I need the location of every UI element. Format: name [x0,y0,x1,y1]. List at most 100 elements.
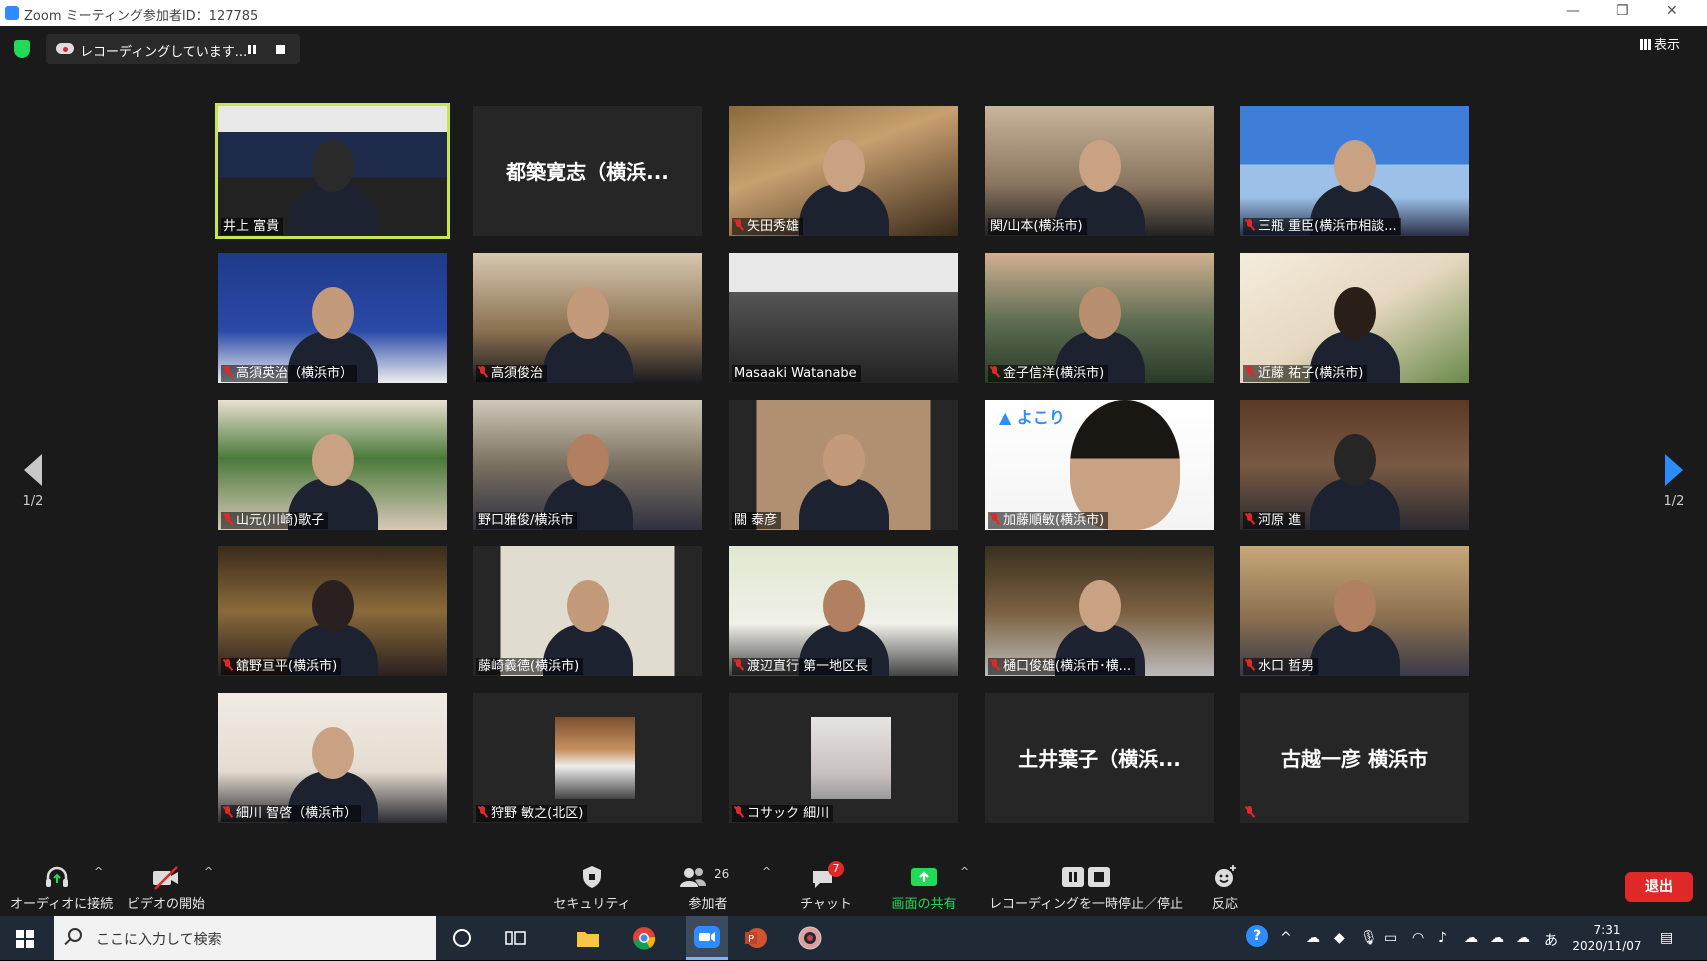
participant-tile[interactable]: 關 泰彦 [729,400,958,530]
volume-icon[interactable]: ♪ [1438,930,1447,946]
minimize-button[interactable]: — [1566,3,1580,19]
participants-options-caret-icon[interactable]: ^ [762,865,771,878]
participant-name: 近藤 祐子(横浜市) [1258,366,1364,381]
cloud-backup-icon[interactable]: ☁ [1516,930,1530,946]
participant-tile[interactable]: 藤崎義德(横浜市) [473,546,702,676]
participant-tile[interactable]: 野口雅俊/横浜市 [473,400,702,530]
windows-start-icon[interactable] [16,930,34,948]
participant-name-label: 山元(川崎)歌子 [221,512,329,529]
file-explorer-icon[interactable] [574,924,602,952]
pause-stop-icon [1060,863,1112,891]
person-silhouette [1310,580,1400,676]
help-icon[interactable]: ? [1246,925,1268,947]
cortana-icon[interactable] [450,924,478,952]
participant-tile[interactable]: 矢田秀雄 [729,106,958,236]
security-button[interactable]: セキュリティ [552,863,632,912]
participant-name-label: 水口 哲男 [1243,658,1319,675]
participant-tile[interactable]: 都築寛志（横浜... [473,106,702,236]
onedrive-icon[interactable]: ☁ [1306,930,1320,946]
wifi-icon[interactable]: ◠ [1412,930,1424,946]
participant-name: 山元(川崎)歌子 [236,513,325,528]
microphone-icon[interactable]: 🎙 [1360,930,1378,946]
participant-tile[interactable]: 高須俊治 [473,253,702,383]
participant-tile[interactable]: 樋口俊雄(横浜市･横... [985,546,1214,676]
participant-tile[interactable]: 古越一彦 横浜市 [1240,693,1469,823]
close-button[interactable]: ✕ [1666,3,1678,19]
restore-button[interactable]: ❐ [1616,3,1629,19]
participant-tile[interactable]: 三瓶 重臣(横浜市相談... [1240,106,1469,236]
participant-tile[interactable]: Masaaki Watanabe [729,253,958,383]
share-screen-button[interactable]: 画面の共有 [884,863,964,912]
recording-status: レコーディングしています... [80,45,248,60]
dropbox-icon[interactable]: ◆ [1334,930,1345,946]
arrow-right-icon [1665,454,1683,486]
encryption-shield-icon[interactable] [14,40,30,58]
previous-page-button[interactable]: 1/2 [18,454,48,509]
participants-button[interactable]: 26 参加者 [676,863,740,912]
participant-tile[interactable]: 水口 哲男 [1240,546,1469,676]
smiley-icon [1211,863,1239,891]
powerpoint-icon[interactable]: P [742,924,770,952]
participant-name-label: 細川 智啓（横浜市） [221,805,362,822]
show-hidden-icons-caret-icon[interactable]: ^ [1280,930,1292,946]
muted-mic-icon [1245,806,1254,818]
participant-name-label: 舘野亘平(横浜市) [221,658,342,675]
participant-tile[interactable]: 河原 進 [1240,400,1469,530]
view-button[interactable]: 表示 [1640,34,1680,53]
participant-tile[interactable]: 渡辺直行 第一地区長 [729,546,958,676]
notifications-icon[interactable]: ▤ [1660,930,1673,946]
participant-tile[interactable]: 金子信洋(横浜市) [985,253,1214,383]
audio-label: オーディオに接続 [10,897,114,912]
participant-tile[interactable]: 井上 富貴 [215,103,450,239]
participant-tile[interactable]: 舘野亘平(横浜市) [218,546,447,676]
participant-tile[interactable]: ▲ よこり 加藤順敏(横浜市) [985,400,1214,530]
video-off-icon [151,863,181,891]
cloud-sync-icon[interactable]: ☁ [1464,930,1478,946]
battery-icon[interactable]: ▭ [1384,930,1397,946]
reactions-button[interactable]: 反応 [1200,863,1250,912]
participant-tile[interactable]: 細川 智啓（横浜市） [218,693,447,823]
ime-indicator[interactable]: あ [1544,930,1558,950]
participant-tile[interactable]: 高須英治（横浜市） [218,253,447,383]
participant-tile[interactable]: 関/山本(横浜市) [985,106,1214,236]
participant-tile[interactable]: 狩野 敏之(北区) [473,693,702,823]
muted-mic-icon [1245,659,1254,671]
participant-name-label: 金子信洋(横浜市) [988,365,1109,382]
chat-button[interactable]: 7 チャット [800,861,852,912]
reactions-label: 反応 [1211,897,1238,912]
recording-control-button[interactable]: レコーディングを一時停止／停止 [986,863,1186,912]
next-page-button[interactable]: 1/2 [1659,454,1689,509]
person-silhouette [799,434,889,530]
participant-tile[interactable]: 土井葉子（横浜... [985,693,1214,823]
pause-recording-button[interactable] [244,43,260,57]
participant-tile[interactable]: 近藤 祐子(横浜市) [1240,253,1469,383]
participant-display-name: 都築寛志（横浜... [506,160,669,184]
leave-button[interactable]: 退出 [1625,872,1693,902]
zoom-taskbar-icon[interactable] [686,916,728,960]
chrome-icon[interactable] [630,924,658,952]
muted-mic-icon [223,659,232,671]
video-options-caret-icon[interactable]: ^ [204,865,213,878]
audio-options-caret-icon[interactable]: ^ [94,865,103,878]
windows-taskbar: ここに入力して検索 P ? ^ ☁ ◆ 🎙 ▭ ◠ ♪ ☁ ☁ ☁ あ 7:31… [0,916,1707,960]
participant-tile[interactable]: 山元(川崎)歌子 [218,400,447,530]
participant-display-name: 古越一彦 横浜市 [1281,747,1428,771]
start-video-button[interactable]: ビデオの開始 [126,863,206,912]
stop-recording-button[interactable] [276,45,285,54]
audio-button[interactable]: オーディオに接続 [10,863,114,912]
muted-mic-icon [223,513,232,525]
participant-name-label: 藤崎義德(横浜市) [476,658,584,675]
taskbar-search[interactable]: ここに入力して検索 [54,916,436,960]
participant-tile[interactable]: コサック 細川 [729,693,958,823]
recording-indicator: レコーディングしています... [46,34,300,64]
task-view-icon[interactable] [502,924,530,952]
participant-name: 高須俊治 [491,366,544,381]
taskbar-clock[interactable]: 7:31 2020/11/07 [1562,922,1652,954]
svg-text:P: P [748,934,754,945]
meeting-toolbar: オーディオに接続 ^ ビデオの開始 ^ セキュリティ 26 参加者 ^ 7 チャ… [0,859,1707,916]
cloud-upload-icon[interactable]: ☁ [1490,930,1504,946]
media-player-icon[interactable] [796,924,824,952]
share-options-caret-icon[interactable]: ^ [960,865,969,878]
participant-name: 金子信洋(横浜市) [1003,366,1105,381]
participant-name-label: 高須英治（横浜市） [221,365,358,382]
